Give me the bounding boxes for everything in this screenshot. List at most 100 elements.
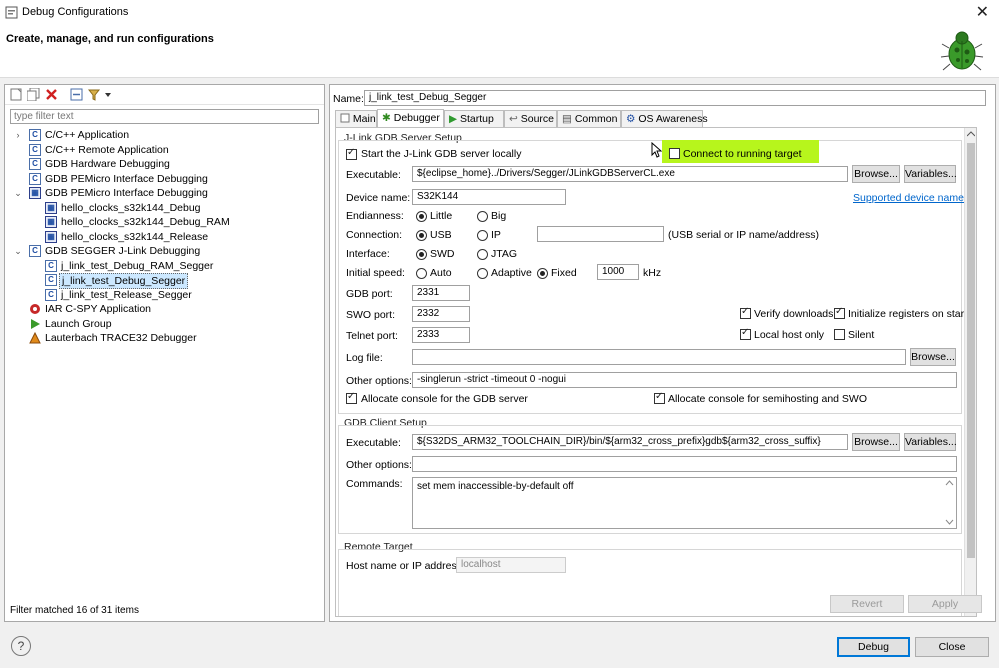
scrollbar-thumb[interactable] (967, 143, 975, 558)
cpp-config-icon: C (45, 274, 57, 286)
alloc-semihosting-checkbox[interactable] (654, 391, 665, 404)
os-awareness-tab-icon: ⚙ (626, 113, 636, 125)
configuration-editor: Name: j_link_test_Debug_Segger Main ✱ De… (329, 84, 996, 622)
log-browse-button[interactable]: Browse... (910, 348, 956, 366)
cpp-config-icon: C (29, 158, 41, 170)
tab-main[interactable]: Main (335, 110, 377, 127)
usb-radio[interactable] (416, 230, 427, 241)
apply-button[interactable]: Apply (908, 595, 982, 613)
supported-devices-link[interactable]: Supported device names (853, 192, 969, 204)
local-host-checkbox[interactable] (740, 327, 751, 340)
usb-label: USB (430, 229, 452, 241)
content-scrollbar[interactable] (964, 128, 976, 616)
gdb-port-label: GDB port: (346, 288, 393, 300)
expand-chevron-icon[interactable]: › (13, 128, 23, 142)
alloc-gdb-console-checkbox[interactable] (346, 391, 357, 404)
verify-downloads-checkbox[interactable] (740, 306, 751, 319)
scroll-up-icon[interactable] (967, 130, 975, 138)
main-tab-icon (340, 113, 350, 123)
ip-label: IP (491, 229, 501, 241)
debugger-tab-content: J-Link GDB Server Setup Start the J-Link… (335, 127, 977, 617)
cpp-config-icon: C (29, 245, 41, 257)
server-other-options-field[interactable]: -singlerun -strict -timeout 0 -nogui (412, 372, 957, 388)
filter-input[interactable]: type filter text (10, 109, 319, 124)
cpp-config-icon: C (45, 260, 57, 272)
close-window-icon[interactable]: ✕ (976, 2, 989, 22)
tab-startup[interactable]: ▶ Startup (444, 110, 504, 127)
local-host-label: Local host only (754, 329, 825, 341)
client-variables-button[interactable]: Variables... (904, 433, 957, 451)
init-registers-label: Initialize registers on start (848, 308, 968, 320)
iar-icon (30, 304, 40, 314)
tab-debugger[interactable]: ✱ Debugger (377, 109, 444, 128)
pemicro-config-icon: ▦ (45, 216, 57, 228)
name-label: Name: (333, 93, 364, 105)
collapse-all-icon[interactable] (70, 88, 83, 101)
window-title: Debug Configurations (22, 6, 129, 18)
client-browse-button[interactable]: Browse... (852, 433, 900, 451)
start-locally-checkbox[interactable] (346, 147, 357, 160)
adaptive-radio[interactable] (477, 268, 488, 279)
telnet-port-label: Telnet port: (346, 330, 398, 342)
commands-label: Commands: (346, 478, 403, 490)
fixed-radio[interactable] (537, 268, 548, 279)
auto-radio[interactable] (416, 268, 427, 279)
usb-ip-hint: (USB serial or IP name/address) (668, 229, 819, 241)
title-bar: Debug Configurations ✕ (0, 0, 999, 26)
name-field[interactable]: j_link_test_Debug_Segger (364, 90, 986, 106)
collapse-chevron-icon[interactable]: ⌄ (13, 244, 23, 258)
connect-running-label: Connect to running target (683, 148, 802, 160)
new-config-icon[interactable] (10, 88, 23, 101)
commands-textarea[interactable]: set mem inaccessible-by-default off (412, 477, 957, 529)
pemicro-config-icon: ▦ (45, 202, 57, 214)
swo-port-label: SWO port: (346, 309, 396, 321)
silent-label: Silent (848, 329, 875, 341)
host-field[interactable]: localhost (456, 557, 566, 573)
client-executable-field[interactable]: ${S32DS_ARM32_TOOLCHAIN_DIR}/bin/${arm32… (412, 434, 848, 450)
device-name-field[interactable]: S32K144 (412, 189, 566, 205)
collapse-chevron-icon[interactable]: ⌄ (13, 186, 23, 200)
lauterbach-icon (29, 332, 41, 344)
filter-status: Filter matched 16 of 31 items (10, 605, 139, 616)
revert-button[interactable]: Revert (830, 595, 904, 613)
duplicate-icon[interactable] (27, 88, 40, 101)
device-name-label: Device name: (346, 192, 411, 204)
start-locally-label: Start the J-Link GDB server locally (361, 148, 522, 160)
verify-downloads-label: Verify downloads (754, 308, 834, 320)
ip-radio[interactable] (477, 230, 488, 241)
server-browse-button[interactable]: Browse... (852, 165, 900, 183)
adaptive-label: Adaptive (491, 267, 532, 279)
usb-ip-field[interactable] (537, 226, 664, 242)
filter-menu-icon[interactable] (88, 88, 114, 101)
log-file-label: Log file: (346, 352, 383, 364)
server-executable-field[interactable]: ${eclipse_home}../Drivers/Segger/JLinkGD… (412, 166, 848, 182)
big-radio[interactable] (477, 211, 488, 222)
client-other-options-field[interactable] (412, 456, 957, 472)
silent-checkbox[interactable] (834, 329, 845, 340)
khz-label: kHz (643, 267, 662, 279)
alloc-semihosting-label: Allocate console for semihosting and SWO (668, 393, 868, 405)
delete-icon[interactable] (45, 88, 58, 101)
swo-port-field[interactable]: 2332 (412, 306, 470, 322)
endianness-label: Endianness: (346, 210, 404, 222)
commands-scroll-arrows-icon[interactable] (945, 479, 954, 527)
help-icon[interactable]: ? (11, 636, 31, 656)
page-title: Create, manage, and run configurations (6, 33, 214, 45)
server-variables-button[interactable]: Variables... (904, 165, 957, 183)
tab-common[interactable]: ▤ Common (557, 110, 621, 127)
tab-source[interactable]: ↩ Source (504, 110, 557, 127)
debug-button[interactable]: Debug (837, 637, 910, 657)
little-radio[interactable] (416, 211, 427, 222)
log-file-field[interactable] (412, 349, 906, 365)
source-tab-icon: ↩ (509, 113, 518, 125)
connect-running-checkbox[interactable] (669, 148, 680, 159)
close-button[interactable]: Close (915, 637, 989, 657)
swd-radio[interactable] (416, 249, 427, 260)
tab-os-awareness[interactable]: ⚙ OS Awareness (621, 110, 708, 127)
speed-field[interactable]: 1000 (597, 264, 639, 280)
init-registers-checkbox[interactable] (834, 306, 845, 319)
telnet-port-field[interactable]: 2333 (412, 327, 470, 343)
jtag-radio[interactable] (477, 249, 488, 260)
gdb-port-field[interactable]: 2331 (412, 285, 470, 301)
pemicro-config-icon: ▦ (45, 231, 57, 243)
